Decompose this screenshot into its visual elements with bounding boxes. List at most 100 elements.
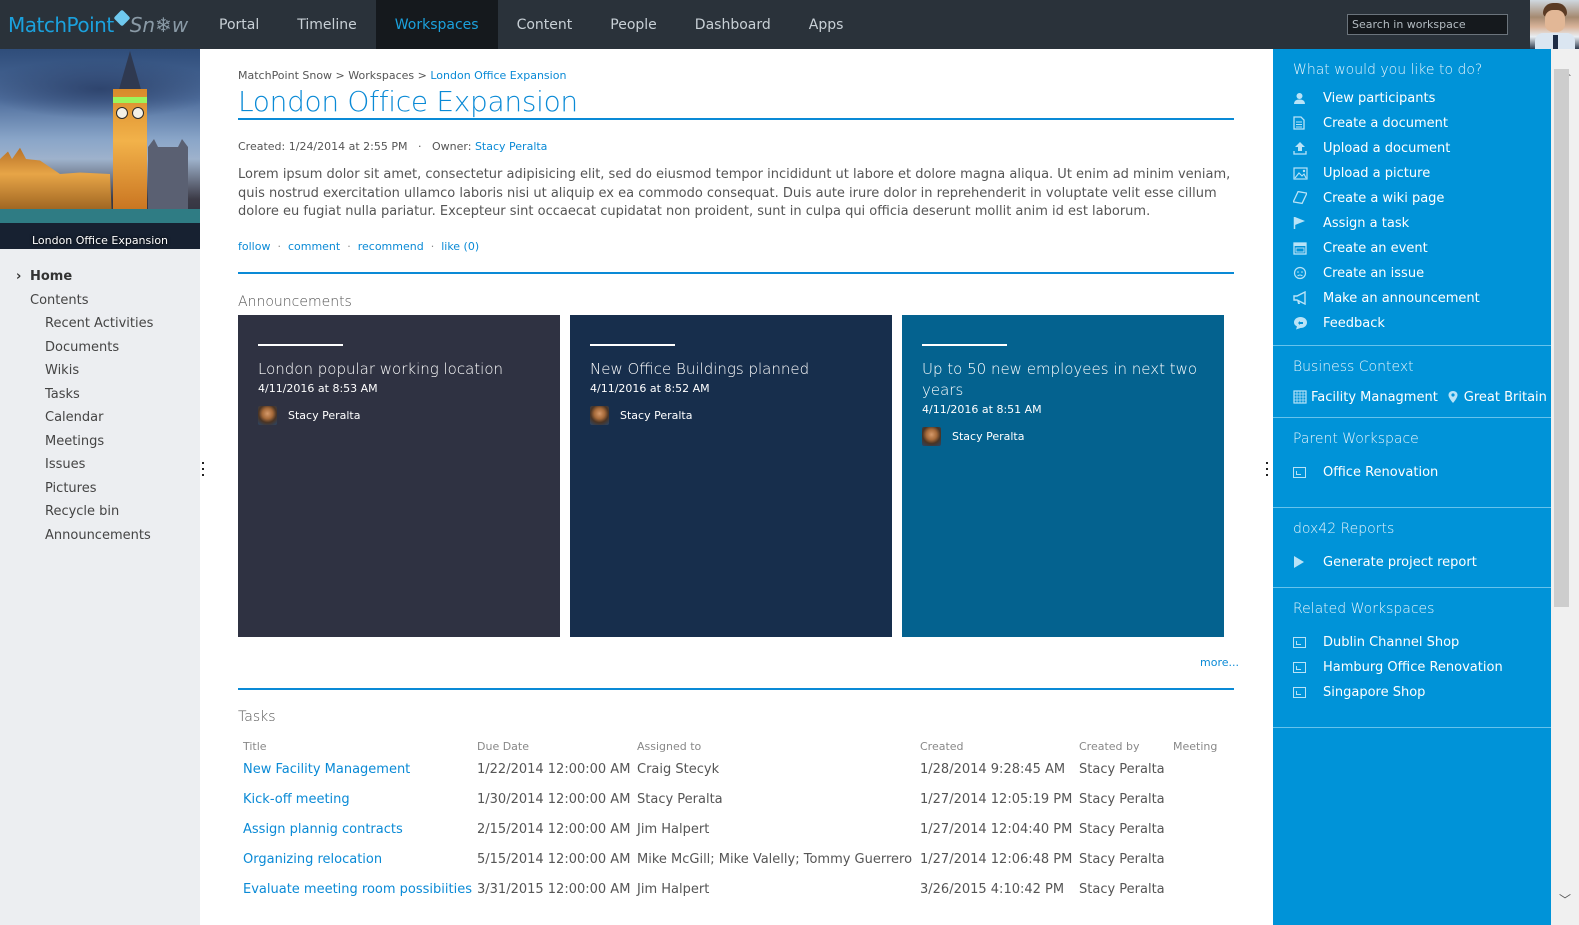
- building-icon: [1293, 390, 1307, 404]
- author-avatar: [922, 427, 941, 446]
- more-announcements-link[interactable]: more...: [1200, 656, 1239, 669]
- action-create-document[interactable]: Create a document: [1293, 111, 1448, 135]
- generate-report-button[interactable]: Generate project report: [1293, 550, 1477, 574]
- column-header-title[interactable]: Title: [238, 737, 472, 755]
- department-tag[interactable]: Facility Managment: [1293, 390, 1438, 405]
- location-tag[interactable]: Great Britain: [1448, 390, 1547, 405]
- sidebar-item-meetings[interactable]: Meetings: [0, 430, 200, 454]
- scroll-down-arrow-icon[interactable]: ﹀: [1551, 891, 1579, 907]
- sidebar-item-calendar[interactable]: Calendar: [0, 406, 200, 430]
- created-date: Created: 1/24/2014 at 2:55 PM: [238, 140, 408, 153]
- scrollbar-thumb[interactable]: [1554, 69, 1569, 607]
- breadcrumb-workspaces[interactable]: Workspaces: [348, 69, 414, 82]
- brand-name: MatchPoint: [8, 13, 114, 37]
- announcement-author: Stacy Peralta: [288, 409, 361, 422]
- action-feedback[interactable]: Feedback: [1293, 311, 1385, 335]
- wiki-page-icon: [1293, 191, 1307, 205]
- sidebar-item-tasks[interactable]: Tasks: [0, 383, 200, 407]
- user-avatar[interactable]: [1530, 0, 1579, 49]
- action-assign-task[interactable]: Assign a task: [1293, 211, 1409, 235]
- table-row: New Facility Management 1/22/2014 12:00:…: [238, 755, 1234, 785]
- sidebar-item-issues[interactable]: Issues: [0, 453, 200, 477]
- workspace-label: Dublin Channel Shop: [1323, 634, 1460, 650]
- announcement-card[interactable]: Up to 50 new employees in next two years…: [902, 315, 1224, 637]
- sidebar-item-wikis[interactable]: Wikis: [0, 359, 200, 383]
- column-header-meeting[interactable]: Meeting: [1168, 737, 1234, 755]
- sidebar-item-home[interactable]: › Home: [0, 265, 200, 289]
- related-workspace-link[interactable]: Hamburg Office Renovation: [1293, 655, 1503, 679]
- parent-workspace-link[interactable]: Office Renovation: [1293, 460, 1438, 484]
- action-view-participants[interactable]: View participants: [1293, 86, 1435, 110]
- recommend-link[interactable]: recommend: [358, 240, 424, 253]
- follow-link[interactable]: follow: [238, 240, 270, 253]
- task-title-link[interactable]: Assign plannig contracts: [238, 815, 472, 845]
- action-make-announcement[interactable]: Make an announcement: [1293, 286, 1480, 310]
- nav-content[interactable]: Content: [498, 0, 592, 49]
- workspace-search-input[interactable]: [1347, 14, 1508, 35]
- action-upload-picture[interactable]: Upload a picture: [1293, 161, 1430, 185]
- task-due-date: 1/30/2014 12:00:00 AM: [477, 792, 631, 808]
- user-icon: [1294, 92, 1305, 104]
- sidebar-item-contents[interactable]: Contents: [0, 289, 200, 313]
- action-create-wiki-page[interactable]: Create a wiki page: [1293, 186, 1444, 210]
- task-title-link[interactable]: Kick-off meeting: [238, 785, 472, 815]
- workspace-meta: Created: 1/24/2014 at 2:55 PM · Owner: S…: [238, 140, 548, 153]
- workspace-icon: [1293, 661, 1306, 673]
- right-action-panel: What would you like to do? View particip…: [1273, 49, 1551, 925]
- feedback-icon: [1294, 317, 1307, 330]
- task-title-link[interactable]: Evaluate meeting room possibiities: [238, 874, 472, 904]
- sidebar-item-pictures[interactable]: Pictures: [0, 477, 200, 501]
- hero-caption: London Office Expansion: [31, 234, 169, 247]
- action-label: Feedback: [1323, 315, 1385, 331]
- right-splitter-handle[interactable]: [1266, 462, 1269, 476]
- nav-workspaces[interactable]: Workspaces: [375, 0, 498, 49]
- column-header-created[interactable]: Created: [915, 737, 1074, 755]
- author-avatar: [258, 406, 277, 425]
- column-header-assigned-to[interactable]: Assigned to: [632, 737, 915, 755]
- nav-timeline[interactable]: Timeline: [278, 0, 376, 49]
- nav-portal[interactable]: Portal: [200, 0, 278, 49]
- task-title-link[interactable]: New Facility Management: [238, 755, 472, 785]
- task-meeting: [1168, 755, 1234, 785]
- nav-dashboard[interactable]: Dashboard: [676, 0, 790, 49]
- sidebar-item-recycle-bin[interactable]: Recycle bin: [0, 500, 200, 524]
- task-due-date: 1/22/2014 12:00:00 AM: [477, 762, 631, 778]
- workspace-nav: › Home Contents Recent Activities Docume…: [0, 265, 200, 547]
- sidebar-item-documents[interactable]: Documents: [0, 336, 200, 360]
- parent-workspace-section: Parent Workspace Office Renovation: [1273, 418, 1551, 508]
- action-create-event[interactable]: Create an event: [1293, 236, 1428, 260]
- workspace-icon: [1293, 686, 1306, 698]
- nav-apps[interactable]: Apps: [790, 0, 863, 49]
- breadcrumb-current[interactable]: London Office Expansion: [430, 69, 566, 82]
- announcement-card[interactable]: New Office Buildings planned 4/11/2016 a…: [570, 315, 892, 637]
- announcement-title: London popular working location: [258, 360, 504, 378]
- column-header-created-by[interactable]: Created by: [1074, 737, 1168, 755]
- related-workspace-link[interactable]: Singapore Shop: [1293, 680, 1425, 704]
- workspace-description: Lorem ipsum dolor sit amet, consectetur …: [238, 167, 1231, 219]
- owner-link[interactable]: Stacy Peralta: [475, 140, 547, 153]
- task-created: 1/27/2014 12:04:40 PM: [920, 821, 1073, 837]
- brand-logo[interactable]: MatchPoint Sn❄w: [8, 9, 188, 39]
- related-workspace-link[interactable]: Dublin Channel Shop: [1293, 630, 1459, 654]
- action-create-issue[interactable]: Create an issue: [1293, 261, 1424, 285]
- page-scrollbar[interactable]: ︿ ﹀: [1551, 49, 1579, 925]
- nav-people[interactable]: People: [591, 0, 676, 49]
- task-created: 1/28/2014 9:28:45 AM: [920, 762, 1066, 778]
- task-due-date: 5/15/2014 12:00:00 AM: [477, 851, 631, 867]
- sidebar-item-recent-activities[interactable]: Recent Activities: [0, 312, 200, 336]
- comment-link[interactable]: comment: [288, 240, 340, 253]
- left-splitter-handle[interactable]: [202, 462, 205, 476]
- task-meeting: [1168, 815, 1234, 845]
- author-avatar: [590, 406, 609, 425]
- task-title-link[interactable]: Organizing relocation: [238, 844, 472, 874]
- action-label: Upload a picture: [1323, 165, 1431, 181]
- sidebar-item-announcements[interactable]: Announcements: [0, 524, 200, 548]
- table-row: Organizing relocation 5/15/2014 12:00:00…: [238, 844, 1234, 874]
- announcement-card[interactable]: London popular working location 4/11/201…: [238, 315, 560, 637]
- breadcrumb-root[interactable]: MatchPoint Snow: [238, 69, 332, 82]
- announcement-title: Up to 50 new employees in next two years: [922, 360, 1198, 399]
- flag-icon: [1293, 217, 1305, 229]
- column-header-due-date[interactable]: Due Date: [472, 737, 632, 755]
- action-upload-document[interactable]: Upload a document: [1293, 136, 1450, 160]
- like-link[interactable]: like (0): [441, 240, 479, 253]
